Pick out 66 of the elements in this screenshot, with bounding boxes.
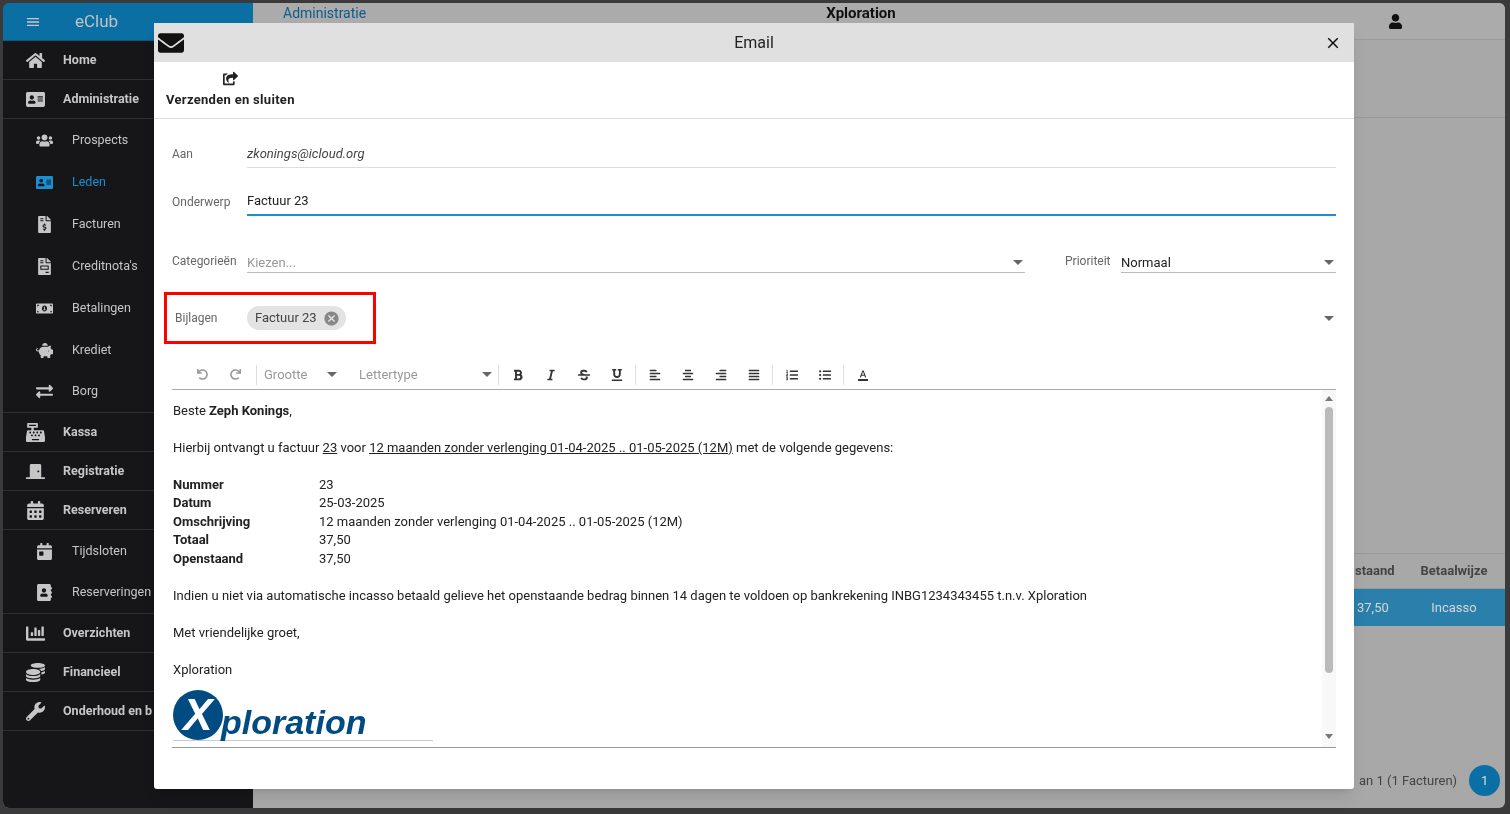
dropdown-caret-icon (482, 372, 492, 377)
dialog-title: Email (734, 31, 774, 54)
bar-chart-icon (26, 623, 46, 643)
detail-value: 23 (319, 476, 334, 494)
field-label: Prioriteit (1065, 253, 1112, 270)
dropdown-caret-icon (1324, 259, 1334, 265)
detail-value: 37,50 (319, 549, 351, 568)
field-label: Bijlagen (175, 310, 219, 327)
priority-select[interactable]: Normaal (1121, 252, 1336, 273)
table-cell-text: 37,50 (1356, 598, 1390, 617)
pagination-summary: an 1 (1 Facturen) (1359, 771, 1458, 790)
underline-icon (610, 368, 623, 381)
attachment-chip[interactable]: Factuur 23 (247, 306, 346, 330)
cash-register-icon (26, 422, 46, 442)
share-icon (222, 70, 238, 86)
scrollbar[interactable] (1322, 390, 1336, 747)
dropdown-caret-icon (1324, 315, 1334, 321)
page-button[interactable]: 1 (1469, 765, 1501, 796)
door-icon (26, 461, 46, 481)
detail-label: Totaal (173, 531, 211, 550)
undo-icon (197, 369, 208, 380)
detail-value: 12 maanden zonder verlenging 01-04-2025 .. 01-05-2025 (12M) (319, 512, 683, 531)
section-title: Administratie (283, 5, 367, 21)
home-icon (26, 50, 46, 70)
field-label: Categorieën (172, 253, 238, 270)
align-center-icon (681, 368, 694, 381)
numbered-list-icon (785, 368, 798, 381)
recipient-field[interactable]: zkonings@icloud.org (247, 143, 1336, 168)
italic-icon (544, 368, 557, 381)
coins-icon (26, 662, 46, 682)
redo-icon (230, 369, 241, 380)
bold-icon (511, 368, 524, 381)
strikethrough-icon (577, 368, 590, 381)
detail-label: Datum (173, 494, 213, 513)
align-left-icon (648, 368, 661, 381)
dropdown-caret-icon (1013, 259, 1023, 265)
column-header: Betaalwijze (1419, 562, 1489, 581)
align-justify-icon (747, 368, 760, 381)
text-format-icon (856, 368, 869, 381)
detail-label: Openstaand (173, 549, 245, 568)
remove-icon[interactable] (322, 309, 340, 327)
page-title: Xploration (826, 5, 896, 21)
bullet-list-icon (818, 368, 831, 381)
id-card-icon (26, 89, 46, 109)
detail-value: 37,50 (319, 531, 351, 550)
detail-label: Nummer (173, 476, 225, 494)
sidebar-item[interactable]: Krediet (3, 329, 253, 371)
app-name: eClub (75, 9, 119, 33)
exchange-icon (36, 383, 56, 400)
user-icon[interactable] (1388, 14, 1403, 29)
align-right-icon (714, 368, 727, 381)
detail-value: 25-03-2025 (319, 494, 385, 513)
field-label: Onderwerp (172, 194, 232, 211)
wrench-icon (26, 701, 46, 721)
dropdown-caret-icon (327, 372, 337, 377)
id-card-icon (36, 173, 56, 191)
subject-field[interactable]: Factuur 23 (247, 190, 1336, 216)
table-cell-text: Incasso (1430, 598, 1478, 617)
calendar-icon (26, 500, 46, 520)
signature-text: Xploration (173, 660, 234, 679)
company-logo: X ploration (173, 690, 433, 741)
editor-content[interactable] (172, 390, 1336, 748)
field-label: Aan (172, 146, 194, 163)
detail-label: Omschrijving (173, 512, 252, 531)
piggy-bank-icon (36, 341, 56, 359)
column-header: staand (1354, 562, 1396, 581)
